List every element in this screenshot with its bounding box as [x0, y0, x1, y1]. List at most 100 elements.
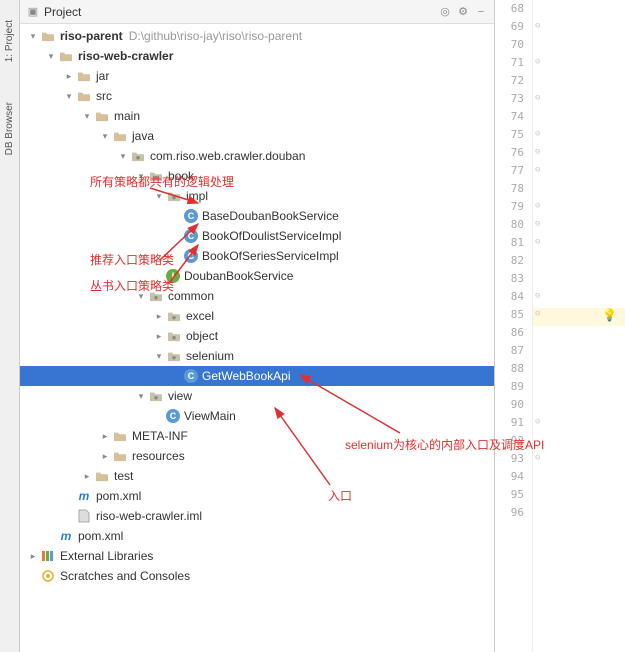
fold-mark-icon[interactable]: ⊖: [535, 309, 540, 319]
tree-node[interactable]: ▸ META-INF: [20, 426, 494, 446]
tree-node[interactable]: IDoubanBookService: [20, 266, 494, 286]
code-line[interactable]: [533, 488, 625, 506]
code-line[interactable]: [533, 290, 625, 308]
fold-mark-icon[interactable]: ⊖: [535, 291, 540, 301]
collapse-icon[interactable]: −: [474, 5, 488, 19]
tree-node[interactable]: ▾riso-parentD:\github\riso-jay\riso\riso…: [20, 26, 494, 46]
file-icon: [76, 509, 92, 523]
code-line[interactable]: [533, 38, 625, 56]
tree-node[interactable]: CViewMain: [20, 406, 494, 426]
expand-arrow-icon[interactable]: ▾: [152, 351, 166, 362]
tree-node[interactable]: ▾com.riso.web.crawler.douban: [20, 146, 494, 166]
expand-arrow-icon[interactable]: ▾: [116, 151, 130, 162]
fold-mark-icon[interactable]: ⊖: [535, 219, 540, 229]
fold-mark-icon[interactable]: ⊖: [535, 57, 540, 67]
tree-node[interactable]: CBookOfDoulistServiceImpl: [20, 226, 494, 246]
code-line[interactable]: [533, 146, 625, 164]
fold-mark-icon[interactable]: ⊖: [535, 201, 540, 211]
expand-arrow-icon[interactable]: ▸: [80, 471, 94, 482]
code-line[interactable]: [533, 110, 625, 128]
code-line[interactable]: 💡: [533, 308, 625, 326]
expand-arrow-icon[interactable]: ▾: [98, 131, 112, 142]
tree-node[interactable]: CBookOfSeriesServiceImpl: [20, 246, 494, 266]
expand-arrow-icon[interactable]: ▸: [152, 311, 166, 322]
fold-mark-icon[interactable]: ⊖: [535, 147, 540, 157]
fold-mark-icon[interactable]: ⊖: [535, 129, 540, 139]
tree-node[interactable]: mpom.xml: [20, 486, 494, 506]
fold-mark-icon[interactable]: ⊖: [535, 165, 540, 175]
code-line[interactable]: [533, 182, 625, 200]
fold-mark-icon[interactable]: ⊖: [535, 417, 540, 427]
code-line[interactable]: [533, 2, 625, 20]
code-line[interactable]: [533, 218, 625, 236]
expand-arrow-icon[interactable]: ▾: [134, 291, 148, 302]
tree-node[interactable]: ▾common: [20, 286, 494, 306]
tree-node-label: pom.xml: [78, 529, 123, 543]
code-line[interactable]: [533, 272, 625, 290]
tree-node-label: BookOfDoulistServiceImpl: [202, 229, 341, 243]
fold-mark-icon[interactable]: ⊖: [535, 453, 540, 463]
expand-arrow-icon[interactable]: ▸: [98, 451, 112, 462]
code-line[interactable]: [533, 20, 625, 38]
expand-arrow-icon[interactable]: ▸: [26, 551, 40, 562]
fold-mark-icon[interactable]: ⊖: [535, 21, 540, 31]
tree-node[interactable]: riso-web-crawler.iml: [20, 506, 494, 526]
fold-mark-icon[interactable]: ⊖: [535, 93, 540, 103]
expand-arrow-icon[interactable]: ▾: [134, 391, 148, 402]
db-browser-tool-tab[interactable]: DB Browser: [4, 102, 15, 155]
tree-node[interactable]: ▾impl: [20, 186, 494, 206]
tree-node[interactable]: ▾java: [20, 126, 494, 146]
project-tree[interactable]: ▾riso-parentD:\github\riso-jay\riso\riso…: [20, 24, 494, 652]
tree-node[interactable]: CBaseDoubanBookService: [20, 206, 494, 226]
code-line[interactable]: [533, 380, 625, 398]
code-line[interactable]: [533, 254, 625, 272]
code-line[interactable]: [533, 470, 625, 488]
target-icon[interactable]: ◎: [438, 5, 452, 19]
expand-arrow-icon[interactable]: ▾: [80, 111, 94, 122]
code-line[interactable]: [533, 326, 625, 344]
gear-icon[interactable]: ⚙: [456, 5, 470, 19]
tree-node[interactable]: ▸object: [20, 326, 494, 346]
code-line[interactable]: [533, 416, 625, 434]
expand-arrow-icon[interactable]: ▾: [134, 171, 148, 182]
tree-node[interactable]: ▾selenium: [20, 346, 494, 366]
expand-arrow-icon[interactable]: ▾: [152, 191, 166, 202]
intention-bulb-icon[interactable]: 💡: [602, 308, 617, 322]
code-line[interactable]: [533, 452, 625, 470]
code-line[interactable]: [533, 398, 625, 416]
code-line[interactable]: [533, 344, 625, 362]
expand-arrow-icon[interactable]: ▸: [62, 71, 76, 82]
tree-node[interactable]: CGetWebBookApi: [20, 366, 494, 386]
code-line[interactable]: [533, 164, 625, 182]
expand-arrow-icon[interactable]: ▾: [62, 91, 76, 102]
tree-node[interactable]: ▾book: [20, 166, 494, 186]
expand-arrow-icon[interactable]: ▸: [152, 331, 166, 342]
tree-node[interactable]: ▸jar: [20, 66, 494, 86]
expand-arrow-icon[interactable]: ▾: [26, 31, 40, 42]
expand-arrow-icon[interactable]: ▾: [44, 51, 58, 62]
tree-node[interactable]: ▾src: [20, 86, 494, 106]
tree-node[interactable]: mpom.xml: [20, 526, 494, 546]
code-line[interactable]: [533, 128, 625, 146]
code-line[interactable]: [533, 74, 625, 92]
tree-node[interactable]: Scratches and Consoles: [20, 566, 494, 586]
tree-node[interactable]: ▾main: [20, 106, 494, 126]
code-line[interactable]: [533, 434, 625, 452]
code-line[interactable]: [533, 236, 625, 254]
tree-node[interactable]: ▸External Libraries: [20, 546, 494, 566]
code-line[interactable]: [533, 506, 625, 524]
tree-node-label: META-INF: [132, 429, 188, 443]
project-tool-tab[interactable]: 1: Project: [4, 20, 15, 62]
code-area[interactable]: 💡 ⊖ ⊖ ⊖ ⊖ ⊖ ⊖ ⊖ ⊖ ⊖ ⊖ ⊖ ⊖ ⊖: [533, 0, 625, 652]
expand-arrow-icon[interactable]: ▸: [98, 431, 112, 442]
tree-node[interactable]: ▾riso-web-crawler: [20, 46, 494, 66]
code-line[interactable]: [533, 92, 625, 110]
fold-mark-icon[interactable]: ⊖: [535, 237, 540, 247]
tree-node[interactable]: ▾view: [20, 386, 494, 406]
code-line[interactable]: [533, 362, 625, 380]
tree-node[interactable]: ▸resources: [20, 446, 494, 466]
code-line[interactable]: [533, 200, 625, 218]
code-line[interactable]: [533, 56, 625, 74]
tree-node[interactable]: ▸excel: [20, 306, 494, 326]
tree-node[interactable]: ▸test: [20, 466, 494, 486]
